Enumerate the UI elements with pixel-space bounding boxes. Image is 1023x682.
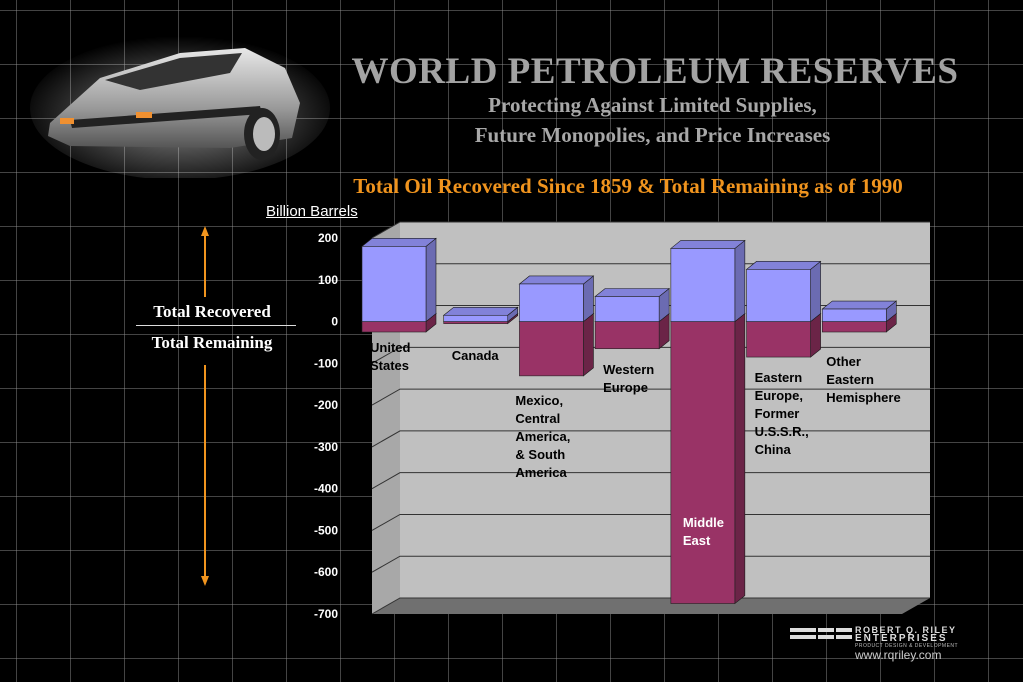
bar-recovered bbox=[670, 239, 746, 323]
bar-recovered bbox=[594, 287, 670, 323]
y-tick-label: -500 bbox=[314, 523, 338, 537]
plot-floor bbox=[372, 598, 930, 614]
bar-recovered bbox=[361, 237, 437, 323]
y-tick-label: -100 bbox=[314, 356, 338, 370]
y-tick-label: 0 bbox=[331, 315, 338, 329]
y-tick-label: -300 bbox=[314, 440, 338, 454]
bar-remaining bbox=[518, 312, 595, 377]
bar-remaining bbox=[670, 312, 746, 605]
y-tick-label: -200 bbox=[314, 398, 338, 412]
bar-recovered bbox=[442, 306, 519, 323]
y-tick-label: -700 bbox=[314, 607, 338, 621]
category-label: Mexico, Central America, & South America bbox=[515, 393, 570, 480]
bar-recovered bbox=[821, 300, 898, 323]
category-label: Canada bbox=[452, 348, 500, 363]
legend-arrow-down bbox=[201, 365, 209, 586]
y-tick-label: 100 bbox=[318, 273, 338, 287]
plot-back-wall bbox=[400, 222, 930, 598]
bar-recovered bbox=[518, 275, 595, 323]
legend-arrow-up bbox=[201, 226, 209, 297]
y-tick-label: -400 bbox=[314, 482, 338, 496]
reserves-chart: 2001000-100-200-300-400-500-600-700Unite… bbox=[201, 221, 930, 621]
y-tick-label: 200 bbox=[318, 231, 338, 245]
website-link[interactable]: www.rqriley.com bbox=[855, 648, 941, 662]
y-tick-label: -600 bbox=[314, 565, 338, 579]
bar-recovered bbox=[745, 260, 822, 323]
